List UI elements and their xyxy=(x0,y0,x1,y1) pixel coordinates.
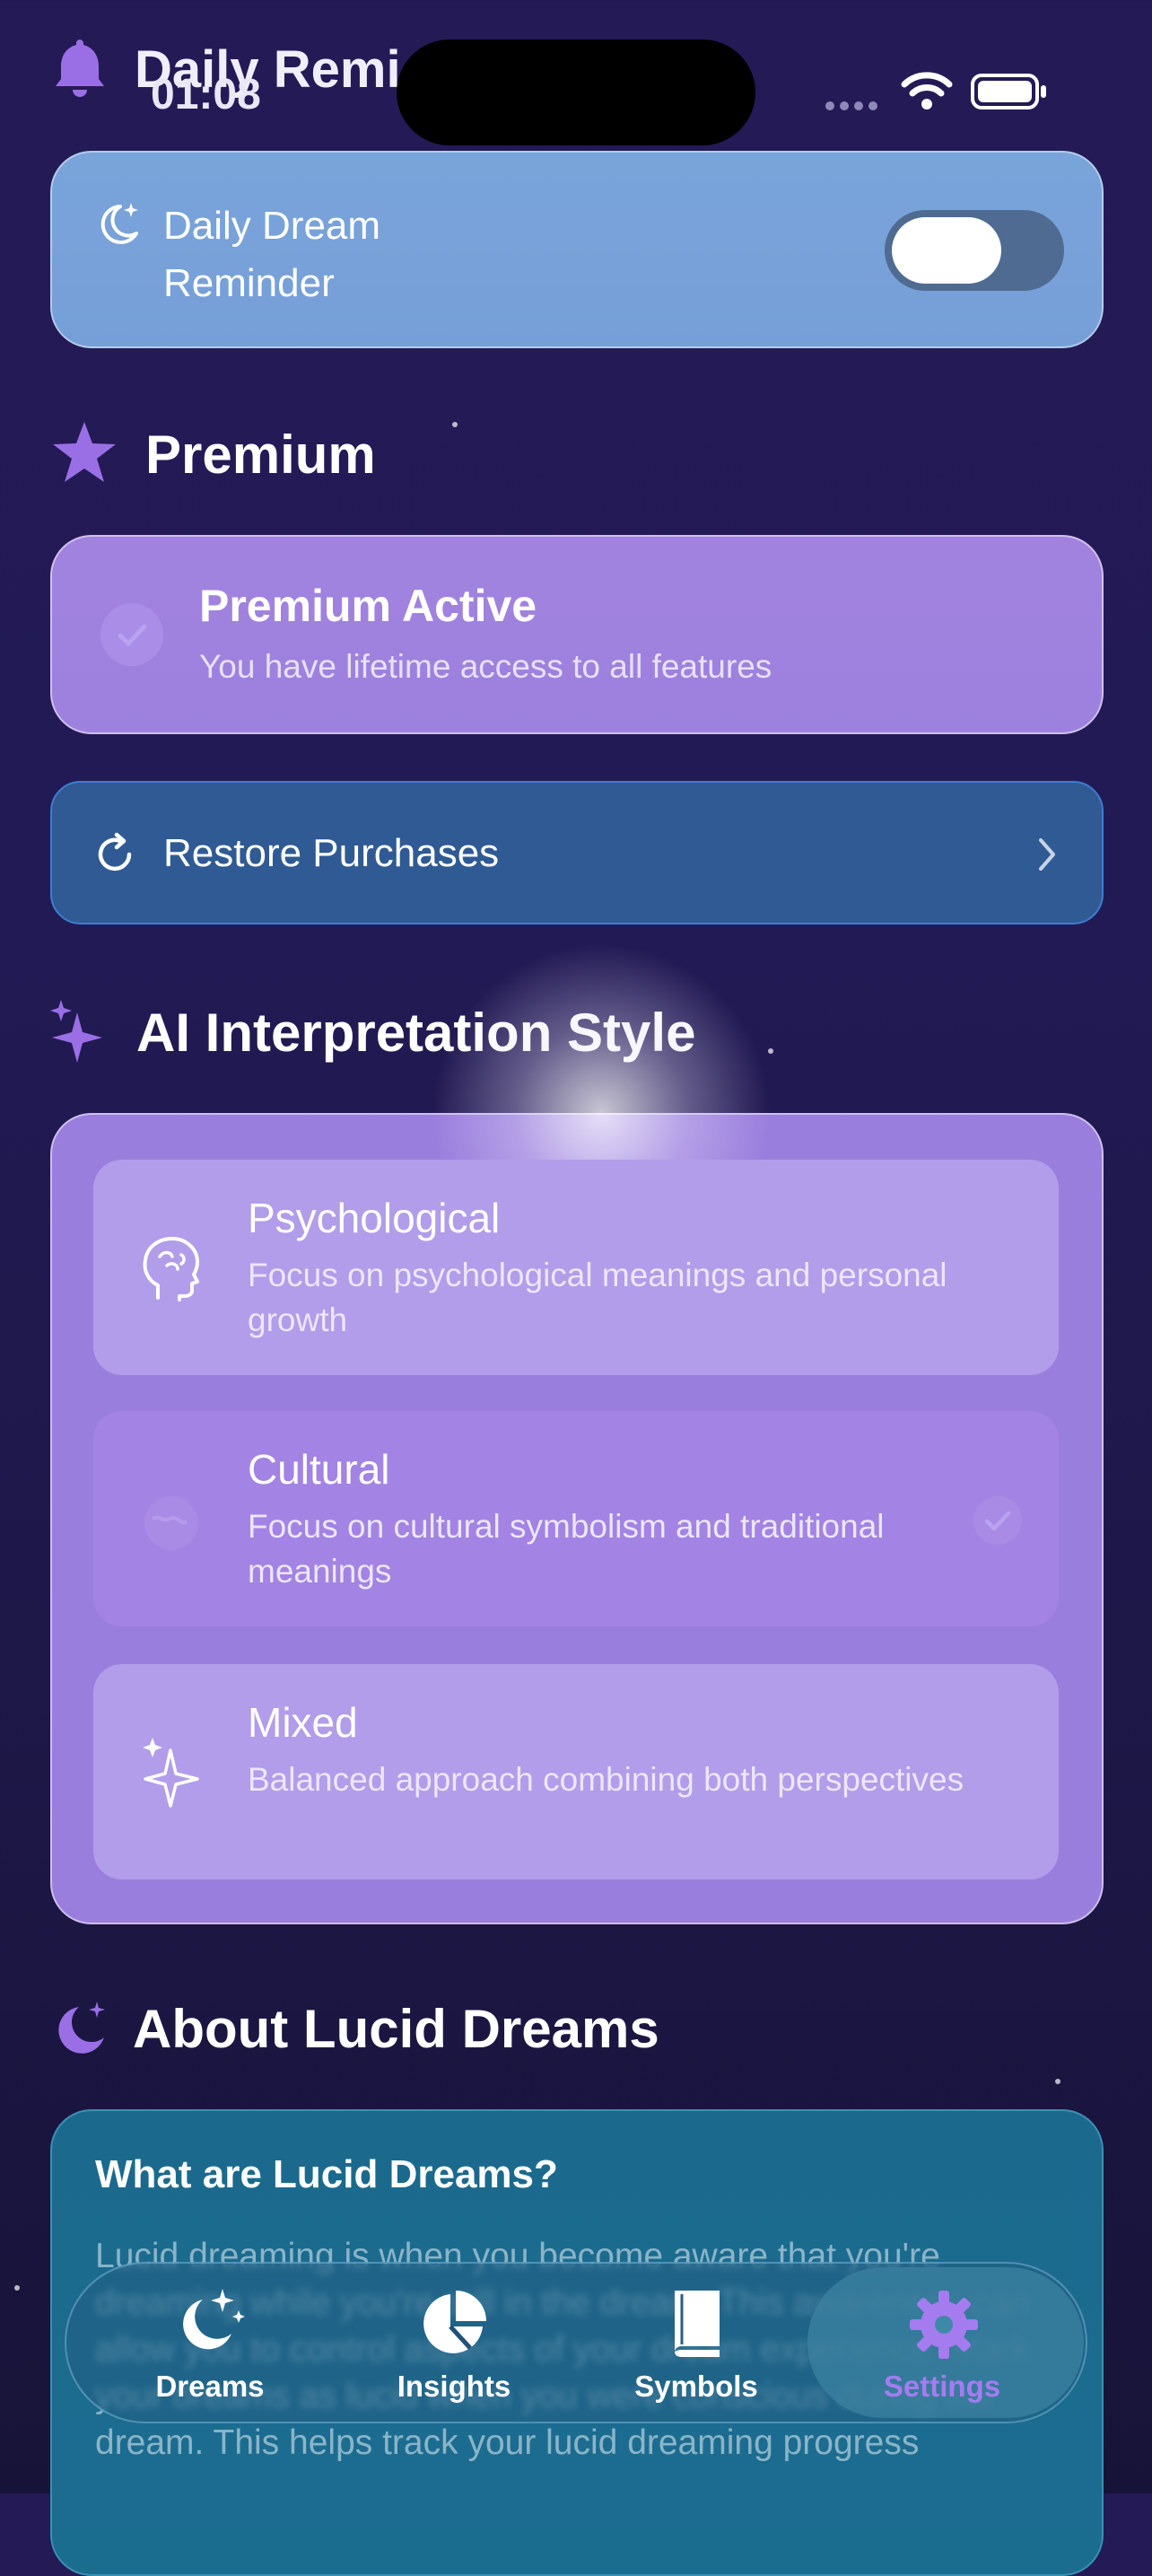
background-star xyxy=(1055,2079,1060,2084)
style-option-description: Focus on psychological meanings and pers… xyxy=(248,1257,947,1338)
moon-stars-icon xyxy=(176,2287,248,2358)
background-star xyxy=(14,2285,20,2291)
checkmark-seal-icon xyxy=(100,603,163,666)
gear-icon xyxy=(908,2289,980,2365)
battery-icon xyxy=(971,72,1048,116)
premium-status-title: Premium Active xyxy=(199,581,537,631)
premium-status-card xyxy=(50,535,1104,734)
book-icon xyxy=(668,2287,727,2363)
premium-status-subtitle: You have lifetime access to all features xyxy=(199,648,772,685)
checkmark-circle-icon xyxy=(971,1494,1025,1552)
restore-purchases-label: Restore Purchases xyxy=(163,831,500,875)
moon-stars-icon xyxy=(52,1998,111,2062)
style-option-description: Focus on cultural symbolism and traditio… xyxy=(248,1508,885,1590)
tab-label: Insights xyxy=(397,2370,511,2403)
daily-reminder-label: Daily Dream Reminder xyxy=(163,204,381,305)
pie-chart-icon xyxy=(418,2289,488,2363)
status-time: 01:08 xyxy=(151,71,261,118)
sparkles-icon xyxy=(50,998,111,1069)
bell-icon xyxy=(52,36,108,103)
style-option-title: Cultural xyxy=(248,1446,390,1493)
tab-label: Symbols xyxy=(634,2370,758,2403)
about-question: What are Lucid Dreams? xyxy=(95,2152,558,2196)
chevron-right-icon xyxy=(1035,837,1059,877)
moon-icon xyxy=(97,199,142,250)
tab-label: Settings xyxy=(883,2370,1001,2403)
background-star xyxy=(452,422,458,427)
section-title-premium: Premium xyxy=(145,425,376,485)
brain-icon xyxy=(140,1235,203,1308)
style-option-title: Psychological xyxy=(248,1195,501,1241)
globe-icon xyxy=(140,1492,203,1559)
tab-label: Dreams xyxy=(155,2370,265,2403)
toggle-knob xyxy=(892,217,1001,284)
dynamic-island xyxy=(397,39,755,145)
sparkles-icon xyxy=(142,1736,201,1812)
refresh-icon xyxy=(93,831,138,882)
background-star xyxy=(768,1048,773,1054)
cellular-signal-icon xyxy=(825,99,883,115)
style-option-title: Mixed xyxy=(248,1699,358,1746)
wifi-icon xyxy=(901,70,953,114)
section-title-about: About Lucid Dreams xyxy=(133,1999,659,2059)
star-icon xyxy=(50,420,118,491)
style-option-description: Balanced approach combining both perspec… xyxy=(248,1761,964,1798)
